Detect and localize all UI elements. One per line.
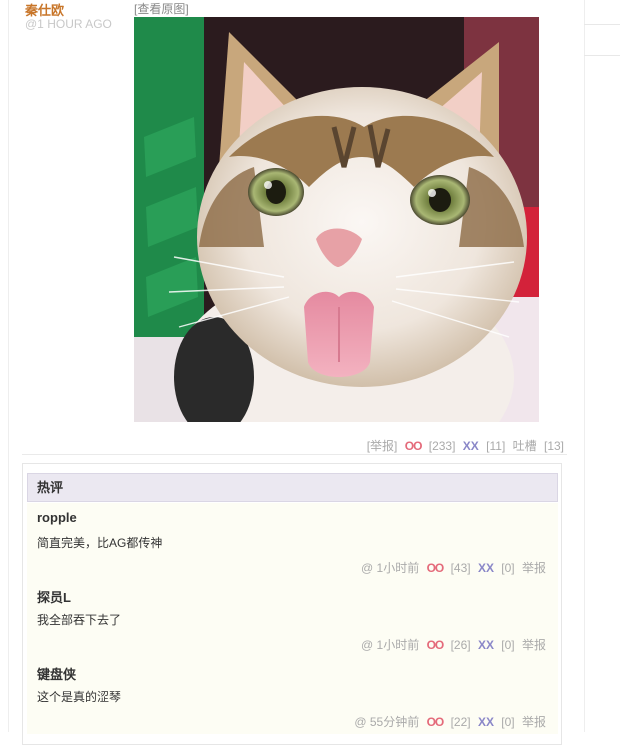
- divider: [22, 454, 567, 455]
- post-image-cat[interactable]: [134, 17, 539, 422]
- post-time: @1 HOUR AGO: [25, 17, 112, 31]
- comment-item: 探员L 我全部吞下去了 @ 1小时前 OO [26] XX [0] 举报: [27, 580, 558, 658]
- xx-vote-button[interactable]: XX: [478, 561, 494, 575]
- comment-item: 键盘侠 这个是真的涩琴 @ 55分钟前 OO [22] XX [0] 举报: [27, 657, 558, 734]
- clipped-top-text: ·······: [518, 0, 544, 4]
- report-link[interactable]: 举报: [522, 715, 546, 729]
- oo-count: [22]: [450, 715, 471, 729]
- content-left-border: [8, 0, 9, 732]
- oo-count: [43]: [450, 561, 471, 575]
- xx-count: [0]: [501, 715, 515, 729]
- comment-meta: @ 55分钟前 OO [22] XX [0] 举报: [350, 713, 546, 730]
- oo-count: [233]: [428, 439, 456, 453]
- comment-author[interactable]: 探员L: [37, 587, 71, 606]
- hot-comments-header: 热评: [27, 473, 558, 502]
- oo-count: [26]: [450, 638, 471, 652]
- cat-image-art: [134, 17, 539, 422]
- post-actions: [举报] OO [233] XX [11] 吐槽 [13]: [363, 437, 564, 454]
- hot-comments-panel: 热评 ropple 简直完美，比AG都传神 @ 1小时前 OO [43] XX …: [22, 463, 562, 745]
- comment-item: ropple 简直完美，比AG都传神 @ 1小时前 OO [43] XX [0]…: [27, 503, 558, 581]
- xx-vote-button[interactable]: XX: [478, 638, 494, 652]
- xx-count: [0]: [501, 561, 515, 575]
- comment-time: @ 55分钟前: [354, 715, 420, 729]
- oo-vote-button[interactable]: OO: [427, 715, 445, 729]
- report-link[interactable]: 举报: [522, 561, 546, 575]
- comment-author[interactable]: ropple: [37, 510, 77, 525]
- oo-vote-button[interactable]: OO: [427, 561, 445, 575]
- oo-vote-button[interactable]: OO: [427, 638, 445, 652]
- comment-time: @ 1小时前: [361, 638, 420, 652]
- comment-text: 我全部吞下去了: [37, 613, 122, 627]
- comment-time: @ 1小时前: [361, 561, 420, 575]
- comment-meta: @ 1小时前 OO [43] XX [0] 举报: [357, 559, 546, 576]
- tucao-count: [13]: [543, 439, 564, 453]
- xx-vote-button[interactable]: XX: [463, 439, 479, 453]
- sidebar-box: [584, 24, 620, 56]
- xx-count: [11]: [486, 439, 506, 453]
- sidebar-border: [584, 0, 585, 732]
- xx-vote-button[interactable]: XX: [478, 715, 494, 729]
- report-link[interactable]: [举报]: [367, 439, 398, 453]
- tucao-link[interactable]: 吐槽: [513, 439, 537, 453]
- comment-text: 这个是真的涩琴: [37, 690, 122, 704]
- comment-author[interactable]: 键盘侠: [37, 664, 76, 683]
- oo-vote-button[interactable]: OO: [405, 439, 423, 453]
- comment-meta: @ 1小时前 OO [26] XX [0] 举报: [357, 636, 546, 653]
- view-original-link[interactable]: [查看原图]: [134, 0, 189, 17]
- report-link[interactable]: 举报: [522, 638, 546, 652]
- comment-text: 简直完美，比AG都传神: [37, 536, 163, 550]
- xx-count: [0]: [501, 638, 515, 652]
